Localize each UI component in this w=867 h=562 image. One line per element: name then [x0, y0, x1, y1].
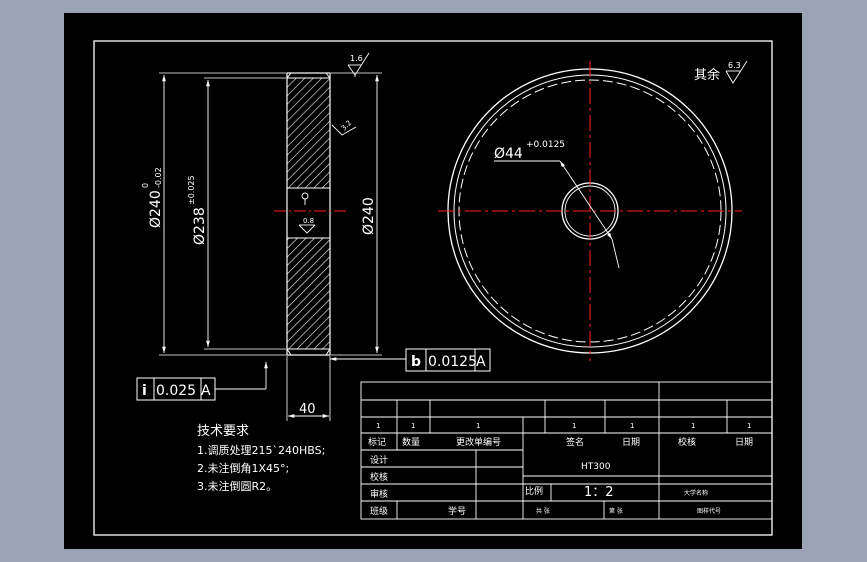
roughness-value-hub: 0.8	[303, 217, 314, 225]
bore-region	[286, 187, 331, 239]
tick-cell: 1	[376, 422, 380, 430]
section-hatch-bottom	[286, 237, 331, 350]
roughness-symbol-face: 3.2	[331, 119, 357, 136]
sheet-border	[93, 40, 773, 536]
dim-width: 40	[299, 402, 316, 417]
dim-outer-tol-lower: -0.02	[154, 167, 163, 188]
label-student-id: 学号	[448, 505, 466, 517]
header-check: 校核	[678, 436, 696, 448]
chamfer-line	[325, 348, 331, 356]
drawing-sheet: Ø240 0 -0.02 Ø238 ±0.025 Ø240 40 1.6 3.2…	[64, 13, 802, 549]
chamfer-line	[286, 72, 292, 79]
bore-dim-leader-tail	[611, 238, 620, 269]
runout-value-i: 0.025	[156, 383, 196, 399]
label-design: 设计	[370, 454, 388, 466]
runout-symbol-b: b	[411, 354, 421, 370]
dim-bore-front-tol: +0.0125	[526, 140, 565, 150]
tick-cell: 1	[630, 422, 634, 430]
dim-outer-tol-upper: 0	[141, 183, 150, 188]
header-qty: 数量	[402, 436, 420, 448]
runout-frame-b: b 0.0125 A	[330, 348, 491, 372]
side-view: Ø240 0 -0.02 Ø238 ±0.025 Ø240 40 1.6 3.2…	[136, 52, 491, 421]
section-hatch-top	[286, 77, 331, 189]
tech-item: 1.调质处理215`240HBS;	[197, 444, 326, 457]
tech-item: 2.未注倒角1X45°;	[197, 462, 290, 475]
dim-bore-diameter: Ø238	[192, 207, 208, 245]
runout-symbol-i: i	[142, 383, 147, 399]
roughness-symbol-hub: 0.8	[298, 217, 316, 234]
other-finish-value: 6.3	[728, 61, 741, 70]
other-surfaces-roughness: 其余 6.3	[694, 60, 748, 84]
technical-requirements: 技术要求 1.调质处理215`240HBS; 2.未注倒角1X45°; 3.未注…	[197, 423, 325, 496]
runout-frame-i: i 0.025 A	[136, 362, 268, 401]
roughness-symbol-top: 1.6	[347, 52, 370, 77]
header-date-2: 日期	[735, 437, 753, 448]
drawing-canvas: Ø240 0 -0.02 Ø238 ±0.025 Ø240 40 1.6 3.2…	[93, 40, 773, 536]
tick-cell: 1	[691, 422, 695, 430]
scale-label: 比例	[525, 485, 543, 497]
tick-cell: 1	[747, 422, 751, 430]
tick-cell: 1	[476, 422, 480, 430]
dim-right-diameter: Ø240	[361, 197, 377, 235]
roughness-value-face: 3.2	[340, 119, 354, 133]
datum-circle-marker	[301, 192, 309, 205]
chamfer-line	[325, 72, 331, 79]
title-block	[360, 381, 773, 520]
header-change-no: 更改单编号	[456, 436, 501, 448]
school-name: 大学名称	[684, 489, 708, 497]
scale-value: 1：2	[584, 485, 614, 500]
tick-cell: 1	[411, 422, 415, 430]
other-finish-label: 其余	[694, 67, 720, 83]
roughness-value-top: 1.6	[350, 54, 363, 63]
chamfer-line	[286, 348, 292, 356]
dim-bore-tol: ±0.025	[187, 175, 196, 205]
tech-item: 3.未注倒圆R2。	[197, 480, 278, 493]
title-block-text: 1 1 1 1 1 1 1 标记 数量 更改单编号 签名 日期 校核 日期 设计…	[368, 422, 753, 517]
label-review: 审核	[370, 488, 388, 500]
runout-datum-b: A	[476, 354, 486, 370]
front-view: Ø44 +0.0125 其余 6.3	[438, 60, 748, 361]
tech-title: 技术要求	[197, 424, 250, 439]
header-mark: 标记	[368, 436, 386, 448]
tick-cell: 1	[572, 422, 576, 430]
header-date: 日期	[622, 437, 640, 448]
label-class: 班级	[370, 505, 388, 517]
drawing-number: 图样代号	[697, 507, 721, 515]
runout-value-b: 0.0125	[428, 354, 477, 370]
material: HT300	[581, 462, 611, 472]
sheet-number: 第 张	[609, 507, 623, 515]
total-sheets: 共 张	[536, 507, 550, 515]
header-sign: 签名	[566, 436, 584, 448]
label-check: 校核	[370, 471, 388, 483]
dim-outer-diameter: Ø240	[148, 190, 164, 228]
runout-datum-i: A	[201, 383, 211, 399]
dim-bore-front: Ø44	[494, 146, 523, 162]
